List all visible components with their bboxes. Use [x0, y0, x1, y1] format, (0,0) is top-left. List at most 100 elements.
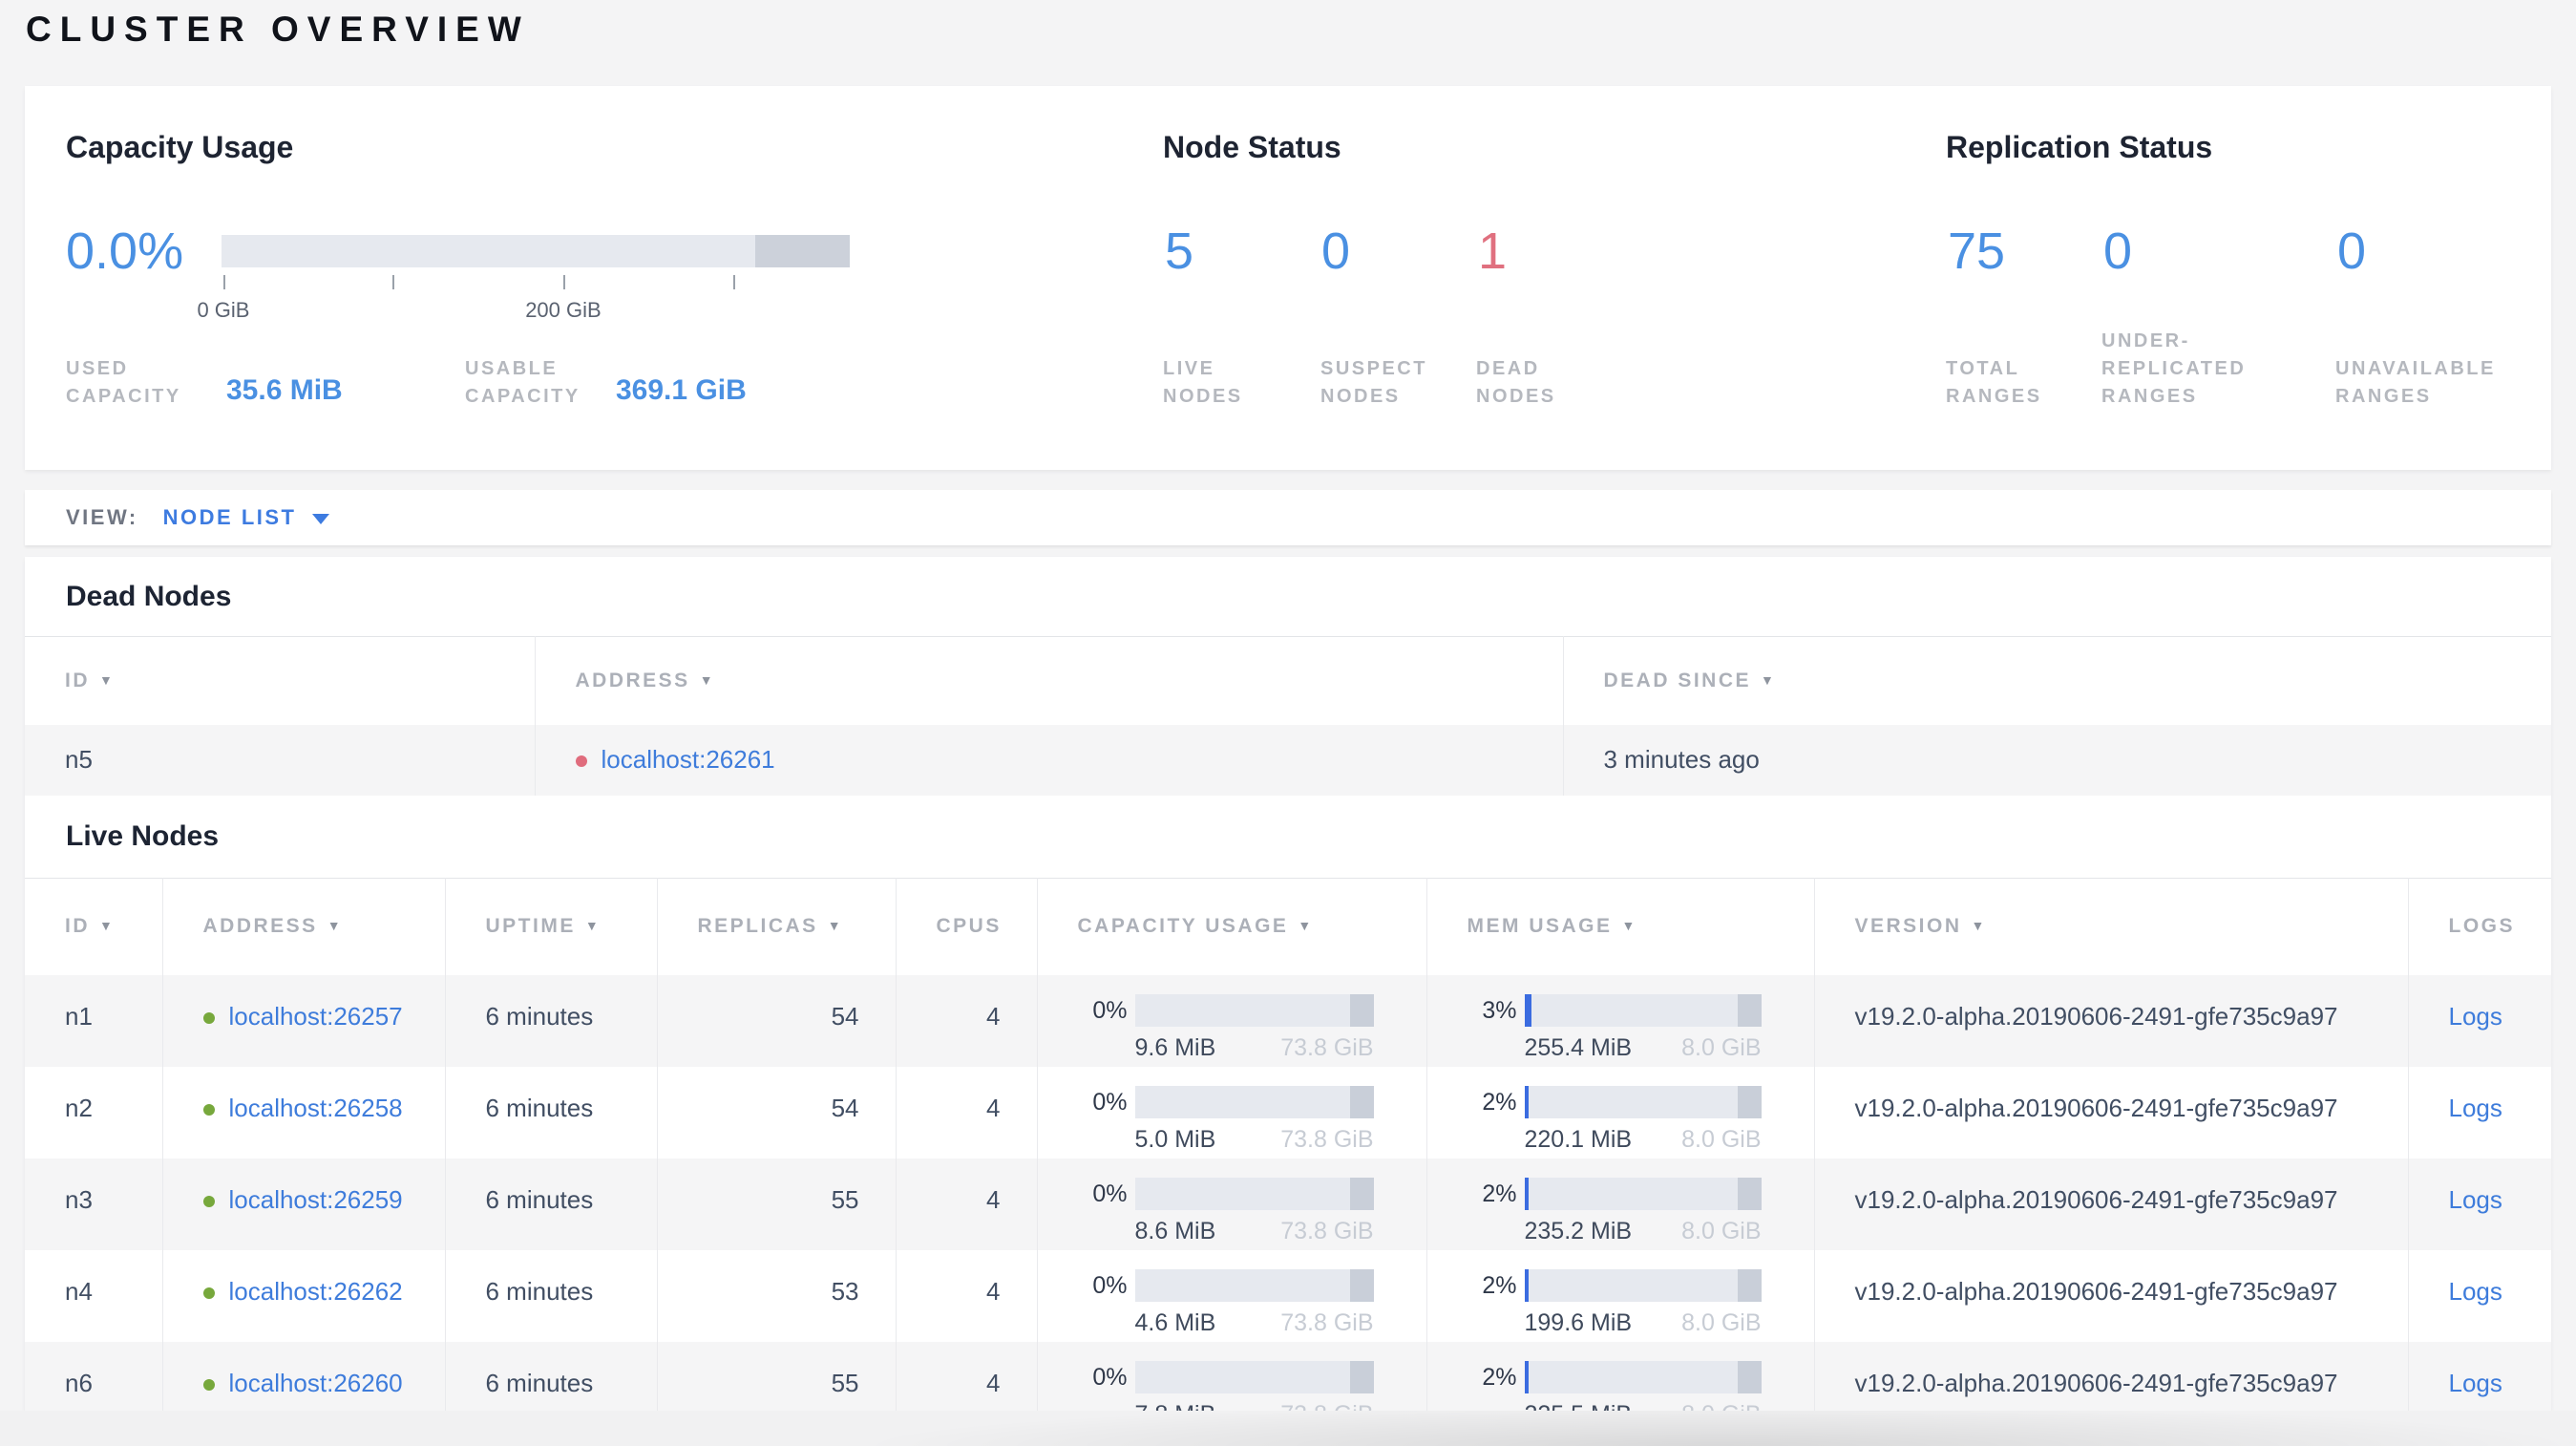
sort-caret-icon: ▼	[1621, 918, 1637, 934]
capacity-usage-bar	[1134, 1269, 1374, 1302]
cell-node-address: localhost:26258	[162, 1067, 446, 1159]
mem-usage-bar-row: 2%	[1467, 1361, 1762, 1393]
node-live-dot-icon	[202, 1012, 215, 1024]
logs-link[interactable]: Logs	[2449, 1094, 2502, 1122]
logs-link[interactable]: Logs	[2449, 1002, 2502, 1031]
live-nodes-count: 5	[1165, 223, 1194, 280]
sort-caret-icon: ▼	[327, 918, 344, 934]
capacity-usage-used-value: 7.8 MiB	[1135, 1401, 1216, 1411]
mem-usage-bar	[1524, 994, 1762, 1027]
dead-node-row: n5 localhost:26261 3 minutes ago	[25, 724, 2551, 796]
sort-caret-icon: ▼	[1761, 671, 1777, 688]
column-header-label: ADDRESS	[575, 669, 690, 691]
capacity-usage: 0% 5.0 MiB 73.8 GiB	[1038, 1067, 1426, 1154]
cell-uptime: 6 minutes	[445, 1250, 658, 1342]
capacity-usage-total-value: 73.8 GiB	[1280, 1034, 1374, 1061]
mem-usage-used-segment	[1524, 1361, 1530, 1393]
dead-nodes-label: DEAD NODES	[1476, 358, 1556, 407]
capacity-usage-other-segment	[1349, 1178, 1374, 1210]
cell-node-address: localhost:26259	[162, 1159, 446, 1250]
column-header-id[interactable]: ID ▼	[25, 877, 163, 975]
mem-usage-percent: 3%	[1482, 996, 1517, 1024]
capacity-usage-percent: 0%	[1092, 1088, 1128, 1116]
logs-link[interactable]: Logs	[2449, 1369, 2502, 1397]
under-replicated-ranges-count: 0	[2103, 223, 2133, 280]
column-header-address[interactable]: ADDRESS ▼	[535, 636, 1564, 725]
sort-caret-icon: ▼	[699, 671, 716, 688]
column-header-label: ID	[65, 915, 90, 938]
column-header-address[interactable]: ADDRESS ▼	[162, 877, 446, 975]
cell-version: v19.2.0-alpha.20190606-2491-gfe735c9a97	[1814, 1342, 2409, 1411]
mem-usage: 3% 255.4 MiB 8.0 GiB	[1427, 975, 1814, 1062]
column-header-mem-usage[interactable]: MEM USAGE ▼	[1426, 877, 1815, 975]
column-header-id[interactable]: ID ▼	[25, 636, 536, 725]
capacity-usage-other-segment	[1349, 1086, 1374, 1118]
cell-node-id: n1	[25, 975, 163, 1067]
column-header-label: REPLICAS	[697, 915, 818, 938]
capacity-usage-percent: 0%	[1092, 1271, 1128, 1299]
capacity-usage-bar	[1134, 1361, 1374, 1393]
node-address-link[interactable]: localhost:26261	[602, 745, 775, 774]
cell-mem-usage: 2% 220.1 MiB 8.0 GiB	[1426, 1067, 1815, 1159]
column-header-replicas[interactable]: REPLICAS ▼	[657, 877, 897, 975]
column-header-dead-since[interactable]: DEAD SINCE ▼	[1563, 636, 2551, 725]
column-header-label: DEAD SINCE	[1603, 669, 1752, 691]
capacity-usage-percent: 0%	[1092, 1180, 1128, 1207]
mem-usage-total-value: 8.0 GiB	[1681, 1309, 1762, 1336]
mem-usage-other-segment	[1737, 1269, 1762, 1302]
mem-usage-other-segment	[1737, 1178, 1762, 1210]
node-address-link[interactable]: localhost:26262	[229, 1277, 403, 1306]
capacity-usage-percent: 0%	[1092, 1363, 1128, 1391]
mem-usage-other-segment	[1737, 1361, 1762, 1393]
capacity-usage-title: Capacity Usage	[66, 130, 294, 164]
cell-node-address: localhost:26260	[162, 1342, 446, 1411]
node-live-dot-icon	[202, 1196, 215, 1207]
mem-usage-other-segment	[1737, 994, 1762, 1027]
mem-usage: 2% 235.2 MiB 8.0 GiB	[1427, 1159, 1814, 1245]
mem-usage-used-value: 255.4 MiB	[1524, 1034, 1633, 1061]
column-header-label: VERSION	[1854, 915, 1962, 938]
cell-capacity-usage: 0% 9.6 MiB 73.8 GiB	[1037, 975, 1427, 1067]
view-selector-dropdown[interactable]: NODE LIST	[163, 505, 329, 530]
sort-caret-icon: ▼	[99, 918, 116, 934]
chevron-down-icon	[311, 514, 329, 524]
cell-node-id: n3	[25, 1159, 163, 1250]
dead-nodes-count: 1	[1478, 223, 1508, 280]
sort-caret-icon: ▼	[99, 671, 116, 688]
mem-usage-percent: 2%	[1482, 1180, 1517, 1207]
column-header-capacity-usage[interactable]: CAPACITY USAGE ▼	[1037, 877, 1427, 975]
used-capacity-value: 35.6 MiB	[226, 374, 343, 406]
column-header-uptime[interactable]: UPTIME ▼	[445, 877, 658, 975]
mem-usage-total-value: 8.0 GiB	[1681, 1034, 1762, 1061]
under-replicated-ranges-label: UNDER- REPLICATED RANGES	[2101, 330, 2247, 407]
mem-usage: 2% 220.1 MiB 8.0 GiB	[1427, 1067, 1814, 1154]
mem-usage-total-value: 8.0 GiB	[1681, 1401, 1761, 1411]
node-address-link[interactable]: localhost:26260	[229, 1369, 403, 1397]
node-address-link[interactable]: localhost:26259	[229, 1185, 403, 1214]
mem-usage-bar	[1524, 1269, 1762, 1302]
capacity-usage-values: 8.6 MiB 73.8 GiB	[1135, 1218, 1374, 1245]
live-node-row: n3 localhost:26259 6 minutes 55 4 0% 8.6 MiB 73…	[25, 1159, 2551, 1250]
unavailable-ranges-count: 0	[2337, 223, 2367, 280]
node-address-link[interactable]: localhost:26258	[229, 1094, 403, 1122]
cell-node-address: localhost:26257	[162, 975, 446, 1067]
node-list-card: Dead Nodes ID ▼ ADDRESS ▼ DEAD SINCE ▼ n5 loca…	[25, 557, 2551, 1411]
capacity-usage-used-value: 9.6 MiB	[1134, 1034, 1216, 1061]
mem-usage-used-value: 199.6 MiB	[1524, 1309, 1633, 1336]
cell-cpus: 4	[896, 1159, 1038, 1250]
cell-version: v19.2.0-alpha.20190606-2491-gfe735c9a97	[1814, 975, 2409, 1067]
mem-usage-bar-row: 2%	[1467, 1086, 1762, 1118]
mem-usage-values: 199.6 MiB 8.0 GiB	[1525, 1309, 1762, 1337]
live-node-row: n2 localhost:26258 6 minutes 54 4 0% 5.0 MiB 73…	[25, 1067, 2551, 1159]
cell-replicas: 53	[657, 1250, 897, 1342]
logs-link[interactable]: Logs	[2449, 1277, 2502, 1306]
mem-usage-used-value: 235.2 MiB	[1524, 1218, 1633, 1244]
capacity-axis: 0 GiB 200 GiB	[197, 273, 850, 340]
view-label: VIEW:	[66, 505, 138, 529]
column-header-version[interactable]: VERSION ▼	[1814, 877, 2409, 975]
cell-mem-usage: 2% 235.2 MiB 8.0 GiB	[1426, 1159, 1815, 1250]
node-address-link[interactable]: localhost:26257	[229, 1002, 403, 1031]
capacity-bar-other-segment	[755, 235, 850, 267]
cell-uptime: 6 minutes	[445, 1342, 658, 1411]
logs-link[interactable]: Logs	[2449, 1185, 2502, 1214]
